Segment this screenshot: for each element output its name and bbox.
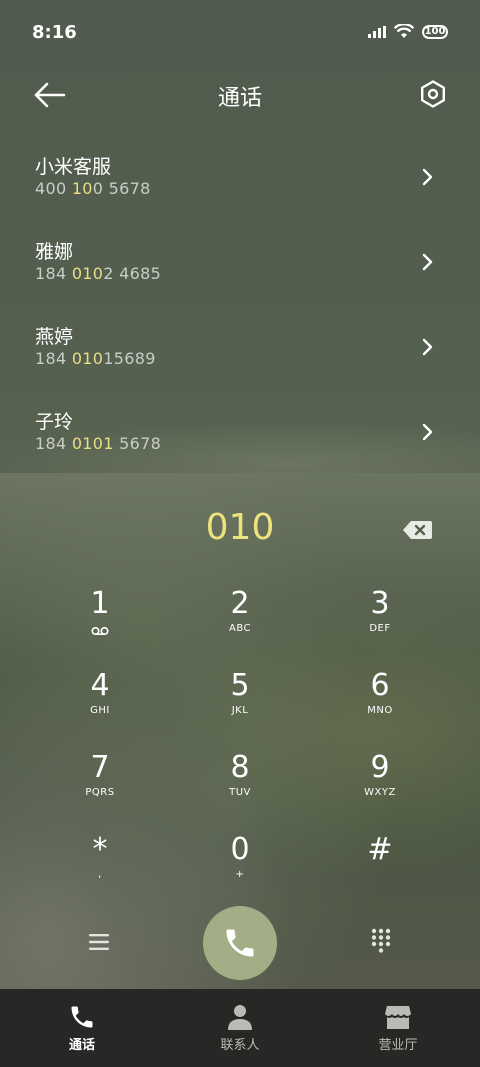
key-6[interactable]: 6 MNO [320, 665, 440, 737]
battery-icon: 100 [422, 24, 448, 39]
contact-number: 184 0102 4685 [35, 264, 162, 283]
key-letters: + [235, 869, 245, 880]
key-digit: * [92, 832, 108, 867]
key-letters: MNO [367, 705, 393, 716]
key-digit: 5 [230, 668, 250, 703]
key-letters: DEF [369, 623, 391, 634]
key-star[interactable]: * , [40, 829, 160, 901]
tab-label: 联系人 [220, 1038, 260, 1053]
person-icon [228, 1005, 252, 1030]
contact-number: 184 01015689 [35, 349, 156, 368]
key-3[interactable]: 3 DEF [320, 583, 440, 655]
dialed-number-display: 010 [0, 505, 480, 555]
call-button[interactable] [203, 906, 277, 980]
key-letters: ABC [228, 623, 251, 634]
key-letters: GHI [90, 705, 110, 716]
chevron-right-icon [422, 423, 433, 441]
settings-icon[interactable] [418, 79, 448, 109]
keypad-toggle-icon[interactable] [371, 928, 391, 954]
contact-name: 燕婷 [35, 326, 74, 348]
key-9[interactable]: 9 WXYZ [320, 747, 440, 819]
matched-digits: 10 [71, 179, 93, 198]
phone-icon [226, 929, 254, 957]
key-digit: 7 [90, 750, 110, 785]
key-0[interactable]: 0 + [180, 829, 300, 901]
bottom-tab-bar: 通话 联系人 营业厅 [0, 989, 480, 1067]
battery-level: 100 [424, 26, 446, 37]
key-1[interactable]: 1 [40, 583, 160, 655]
key-hash[interactable]: # [320, 829, 440, 901]
contact-name: 雅娜 [35, 241, 74, 263]
header: 通话 [0, 68, 480, 122]
voicemail-icon [91, 626, 109, 636]
chevron-right-icon [422, 168, 433, 186]
key-8[interactable]: 8 TUV [180, 747, 300, 819]
key-2[interactable]: 2 ABC [180, 583, 300, 655]
key-digit: 0 [230, 832, 250, 867]
tab-contacts[interactable]: 联系人 [160, 989, 320, 1067]
key-letters: , [98, 869, 102, 880]
key-digit: 2 [230, 586, 250, 621]
contact-name: 小米客服 [35, 156, 112, 178]
key-digit: 3 [370, 586, 390, 621]
key-letters: WXYZ [364, 787, 396, 798]
matched-digits: 0101 [71, 434, 114, 453]
contact-item[interactable]: 雅娜 184 0102 4685 [0, 225, 480, 310]
page-title: 通话 [217, 86, 262, 111]
chevron-right-icon [422, 253, 433, 271]
tab-store[interactable]: 营业厅 [318, 989, 478, 1067]
phone-icon [71, 1006, 93, 1028]
menu-icon[interactable] [89, 933, 111, 951]
status-time: 8:16 [32, 22, 77, 43]
dialer-screen: 8:16 100 通话 小米客服 400 100 5678 雅娜 184 010… [0, 0, 480, 1067]
status-icons: 100 [368, 24, 448, 39]
matched-digits: 010 [71, 349, 104, 368]
contact-suggestion-list: 小米客服 400 100 5678 雅娜 184 0102 4685 燕婷 18… [0, 140, 480, 480]
signal-icon [368, 25, 386, 38]
status-bar: 8:16 100 [0, 0, 480, 68]
key-4[interactable]: 4 GHI [40, 665, 160, 737]
store-icon [385, 1006, 411, 1029]
dialer-controls [0, 905, 480, 989]
contact-number: 184 0101 5678 [35, 434, 162, 453]
tab-label: 通话 [68, 1038, 95, 1053]
tab-label: 营业厅 [378, 1038, 418, 1053]
key-letters: TUV [229, 787, 251, 798]
key-digit: 4 [90, 668, 110, 703]
key-letters: PQRS [85, 787, 115, 798]
key-7[interactable]: 7 PQRS [40, 747, 160, 819]
key-digit: 8 [230, 750, 250, 785]
matched-digits: 010 [71, 264, 104, 283]
tab-calls[interactable]: 通话 [2, 989, 162, 1067]
contact-item[interactable]: 子玲 184 0101 5678 [0, 395, 480, 480]
backspace-icon[interactable] [402, 519, 433, 541]
contact-number: 400 100 5678 [35, 179, 151, 198]
key-digit: 6 [370, 668, 390, 703]
contact-name: 子玲 [35, 411, 74, 433]
key-digit: # [367, 832, 393, 867]
chevron-right-icon [422, 338, 433, 356]
key-letters: JKL [231, 705, 249, 716]
key-5[interactable]: 5 JKL [180, 665, 300, 737]
contact-item[interactable]: 小米客服 400 100 5678 [0, 140, 480, 225]
key-digit: 1 [90, 586, 110, 621]
contact-item[interactable]: 燕婷 184 01015689 [0, 310, 480, 395]
key-digit: 9 [370, 750, 390, 785]
wifi-icon [394, 24, 414, 38]
